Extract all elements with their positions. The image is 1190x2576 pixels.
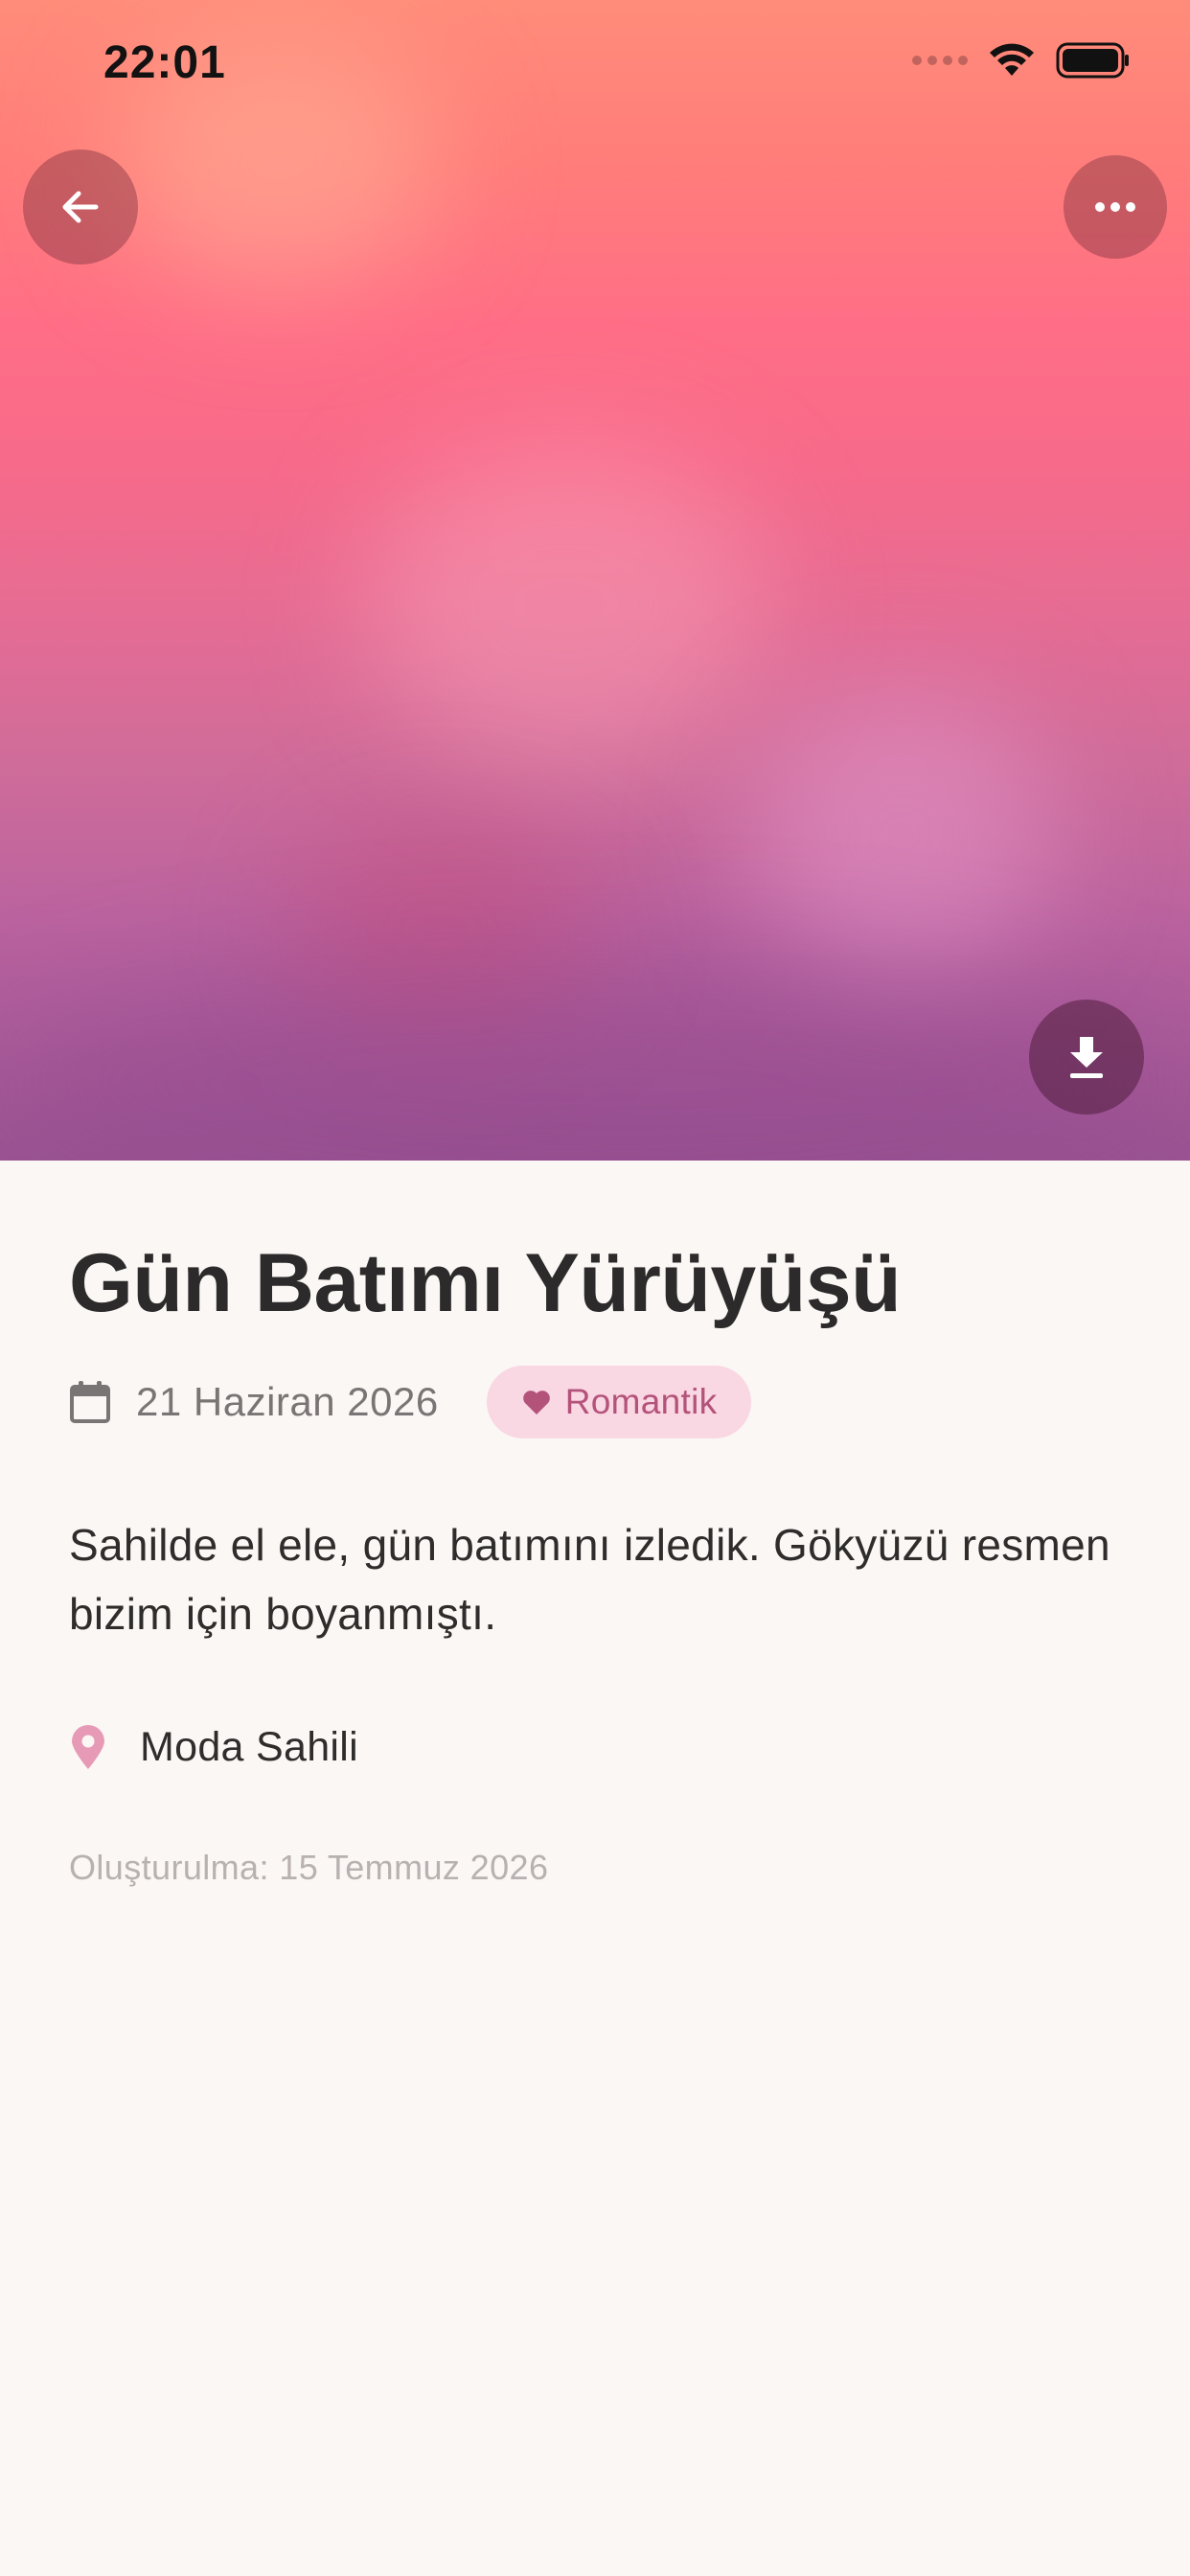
signal-icon — [912, 56, 968, 65]
heart-icon — [522, 1391, 550, 1414]
memory-description: Sahilde el ele, gün batımını izledik. Gö… — [69, 1520, 1110, 1639]
wifi-icon — [990, 43, 1034, 76]
category-tag-label: Romantik — [564, 1382, 718, 1421]
hero-photo-highlight — [747, 690, 1054, 978]
memory-date: 21 Haziran 2026 — [136, 1379, 439, 1424]
map-pin-icon — [72, 1725, 104, 1769]
created-date: Oluşturulma: 15 Temmuz 2026 — [69, 1848, 549, 1887]
status-icons — [912, 42, 1131, 79]
back-button[interactable] — [23, 150, 138, 264]
location-label: Moda Sahili — [140, 1723, 358, 1770]
download-button[interactable] — [1029, 1000, 1144, 1115]
arrow-left-icon — [62, 191, 99, 223]
hero-photo-highlight — [364, 441, 767, 767]
status-time: 22:01 — [103, 37, 226, 88]
more-horizontal-icon — [1095, 202, 1135, 212]
hero-photo: 22:01 — [0, 0, 1190, 1161]
category-tag[interactable]: Romantik — [486, 1366, 752, 1438]
calendar-icon — [70, 1381, 110, 1423]
location-row[interactable]: Moda Sahili — [69, 1715, 358, 1779]
hero-photo-shadow — [0, 958, 1190, 1161]
battery-icon — [1056, 42, 1129, 79]
more-options-button[interactable] — [1064, 155, 1167, 259]
meta-row: 21 Haziran 2026 Romantik — [69, 1366, 752, 1438]
download-icon — [1070, 1037, 1103, 1078]
memory-title: Gün Batımı Yürüyüşü — [69, 1237, 902, 1329]
